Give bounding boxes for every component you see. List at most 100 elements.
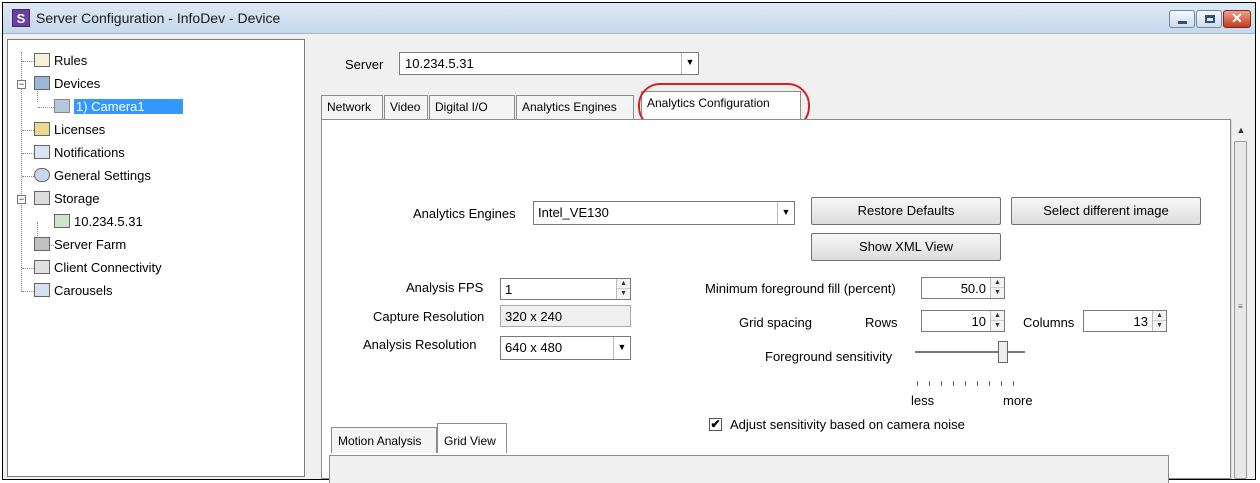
config-tree[interactable]: − − Rules Devices 1) Camera1 Licenses No… — [7, 39, 305, 477]
sensitivity-more-label: more — [1003, 393, 1033, 408]
storage-server-icon — [54, 214, 70, 228]
scrollbar-thumb[interactable]: ≡ — [1234, 141, 1247, 479]
tree-item-storage[interactable]: Storage — [34, 188, 100, 210]
client-connectivity-icon — [34, 260, 50, 274]
grip-icon: ≡ — [1238, 302, 1243, 311]
analysis-fps-spinner[interactable]: 1 ▲ ▼ — [500, 278, 631, 300]
slider-thumb[interactable] — [998, 341, 1008, 363]
vertical-scrollbar[interactable]: ▲ ≡ — [1231, 119, 1249, 479]
tree-item-storage-server[interactable]: 10.234.5.31 — [54, 211, 143, 233]
storage-collapse-toggle[interactable]: − — [17, 195, 26, 204]
columns-spinner[interactable]: 13 ▲ ▼ — [1083, 310, 1167, 332]
server-select[interactable]: 10.234.5.31 ▼ — [399, 52, 699, 75]
maximize-icon — [1205, 15, 1215, 23]
tree-item-label: Server Farm — [54, 237, 127, 252]
general-settings-icon — [34, 168, 50, 182]
chevron-down-icon[interactable]: ▼ — [613, 337, 630, 359]
licenses-icon — [34, 122, 50, 136]
spinner-arrows-icon[interactable]: ▲ ▼ — [990, 278, 1004, 298]
min-foreground-fill-label: Minimum foreground fill (percent) — [705, 281, 896, 296]
scroll-up-icon[interactable]: ▲ — [1232, 125, 1250, 135]
notifications-icon — [34, 145, 50, 159]
close-button[interactable]: ✕ — [1223, 10, 1251, 28]
analytics-engine-value: Intel_VE130 — [538, 205, 609, 220]
tree-item-label: 10.234.5.31 — [74, 214, 143, 229]
close-icon: ✕ — [1231, 10, 1243, 26]
tab-analytics-engines[interactable]: Analytics Engines — [516, 95, 634, 119]
analysis-resolution-select[interactable]: 640 x 480 ▼ — [500, 336, 631, 360]
subtab-motion-analysis[interactable]: Motion Analysis — [331, 427, 437, 453]
tree-item-rules[interactable]: Rules — [34, 50, 87, 72]
spinner-arrows-icon[interactable]: ▲ ▼ — [1152, 311, 1166, 331]
tree-item-label: General Settings — [54, 168, 151, 183]
slider-tick — [941, 381, 942, 386]
tree-guide-line — [22, 176, 34, 177]
camera-icon — [54, 99, 70, 113]
tab-digital-io[interactable]: Digital I/O — [429, 95, 515, 119]
tree-item-general-settings[interactable]: General Settings — [34, 165, 151, 187]
show-xml-view-button[interactable]: Show XML View — [811, 233, 1001, 261]
tree-item-label: Rules — [54, 53, 88, 68]
tab-network[interactable]: Network — [321, 95, 383, 119]
tree-item-label: Carousels — [54, 283, 113, 298]
minimize-icon — [1178, 21, 1187, 24]
adjust-sensitivity-checkbox[interactable]: ✔ — [709, 418, 722, 431]
slider-track[interactable] — [915, 351, 1025, 353]
tree-item-label: Notifications — [54, 145, 125, 160]
adjust-sensitivity-label: Adjust sensitivity based on camera noise — [730, 417, 965, 432]
tree-item-carousels[interactable]: Carousels — [34, 280, 113, 302]
analytics-engine-select[interactable]: Intel_VE130 ▼ — [533, 201, 795, 225]
server-label: Server — [345, 57, 384, 72]
devices-collapse-toggle[interactable]: − — [17, 80, 26, 89]
foreground-sensitivity-label: Foreground sensitivity — [765, 349, 893, 364]
minimize-button[interactable] — [1169, 10, 1195, 28]
tree-item-label: 1) Camera1 — [74, 99, 183, 114]
min-foreground-fill-spinner[interactable]: 50.0 ▲ ▼ — [921, 277, 1005, 299]
tree-guide-line — [22, 268, 34, 269]
title-bar[interactable]: S Server Configuration - InfoDev - Devic… — [3, 3, 1255, 34]
capture-resolution-label: Capture Resolution — [373, 309, 485, 324]
grid-spacing-label: Grid spacing — [739, 315, 812, 330]
analysis-resolution-value: 640 x 480 — [505, 340, 563, 355]
app-icon: S — [12, 9, 30, 27]
tab-video[interactable]: Video — [384, 95, 428, 119]
tree-item-label: Licenses — [54, 122, 106, 137]
analysis-fps-label: Analysis FPS — [406, 280, 484, 295]
subtab-grid-view[interactable]: Grid View — [437, 423, 507, 453]
restore-defaults-button[interactable]: Restore Defaults — [811, 197, 1001, 225]
chevron-down-icon[interactable]: ▼ — [777, 202, 794, 224]
tree-guide-line — [22, 130, 34, 131]
select-image-button[interactable]: Select different image — [1011, 197, 1201, 225]
app-window: S Server Configuration - InfoDev - Devic… — [2, 2, 1257, 483]
tree-item-client-connectivity[interactable]: Client Connectivity — [34, 257, 162, 279]
rows-spinner[interactable]: 10 ▲ ▼ — [921, 310, 1005, 332]
carousels-icon — [34, 283, 50, 297]
tree-item-licenses[interactable]: Licenses — [34, 119, 105, 141]
tree-item-server-farm[interactable]: Server Farm — [34, 234, 126, 256]
columns-label: Columns — [1023, 315, 1075, 330]
analysis-resolution-label: Analysis Resolution — [363, 337, 477, 352]
spinner-arrows-icon[interactable]: ▲ ▼ — [616, 279, 630, 299]
tree-guide-line — [38, 107, 54, 108]
window-title: Server Configuration - InfoDev - Device — [36, 10, 281, 26]
slider-tick — [1013, 381, 1014, 386]
tree-item-devices[interactable]: Devices — [34, 73, 100, 95]
analytics-engines-label: Analytics Engines — [413, 206, 516, 221]
grid-view-panel — [329, 455, 1169, 483]
tree-item-camera1[interactable]: 1) Camera1 — [54, 96, 183, 118]
tree-item-notifications[interactable]: Notifications — [34, 142, 125, 164]
device-config-panel: Server 10.234.5.31 ▼ Network Video Digit… — [311, 39, 1257, 479]
sensitivity-less-label: less — [911, 393, 935, 408]
maximize-button[interactable] — [1196, 10, 1222, 28]
min-foreground-fill-value: 50.0 — [960, 281, 986, 296]
slider-tick — [1001, 381, 1002, 386]
tree-guide-line — [22, 61, 34, 62]
slider-tick — [929, 381, 930, 386]
slider-tick — [989, 381, 990, 386]
columns-value: 13 — [1133, 314, 1148, 329]
chevron-down-icon[interactable]: ▼ — [681, 53, 698, 74]
slider-tick — [977, 381, 978, 386]
tree-item-label: Storage — [54, 191, 100, 206]
spinner-arrows-icon[interactable]: ▲ ▼ — [990, 311, 1004, 331]
rules-icon — [34, 53, 50, 67]
